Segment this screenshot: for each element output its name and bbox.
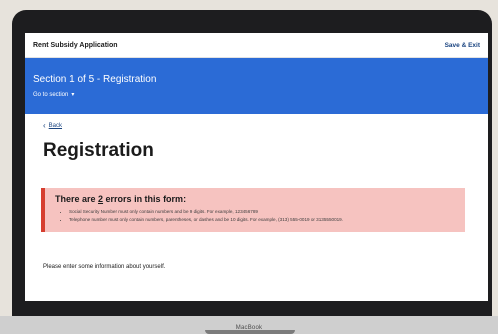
section-title: Section 1 of 5 - Registration bbox=[33, 74, 157, 85]
back-label: Back bbox=[48, 123, 63, 129]
error-summary: There are 2 errors in this form: Social … bbox=[41, 188, 465, 232]
save-exit-link[interactable]: Save & Exit bbox=[445, 42, 480, 49]
error-heading: There are 2 errors in this form: bbox=[55, 194, 455, 204]
page-title: Registration bbox=[43, 140, 154, 161]
go-to-section-dropdown[interactable]: Go to section ▾ bbox=[33, 91, 480, 99]
back-link[interactable]: ‹ Back bbox=[43, 122, 470, 130]
error-heading-prefix: There are bbox=[55, 194, 99, 204]
chevron-left-icon: ‹ bbox=[43, 121, 46, 130]
error-heading-suffix: errors in this form: bbox=[103, 194, 187, 204]
app-title: Rent Subsidy Application bbox=[33, 41, 118, 49]
go-to-section-label: Go to section bbox=[33, 91, 69, 98]
app-header: Rent Subsidy Application Save & Exit bbox=[25, 33, 488, 58]
laptop-notch bbox=[205, 330, 295, 334]
browser-screen: Rent Subsidy Application Save & Exit Sec… bbox=[25, 33, 488, 301]
error-item-ssn[interactable]: Social Security Number must only contain… bbox=[69, 208, 455, 216]
section-banner: Section 1 of 5 - Registration Go to sect… bbox=[25, 58, 488, 114]
chevron-down-icon: ▾ bbox=[71, 92, 75, 98]
error-item-phone[interactable]: Telephone number must only contain numbe… bbox=[69, 216, 455, 224]
main-content: ‹ Back Registration There are 2 errors i… bbox=[25, 114, 488, 270]
error-list: Social Security Number must only contain… bbox=[55, 208, 455, 224]
intro-text: Please enter some information about your… bbox=[43, 264, 166, 270]
